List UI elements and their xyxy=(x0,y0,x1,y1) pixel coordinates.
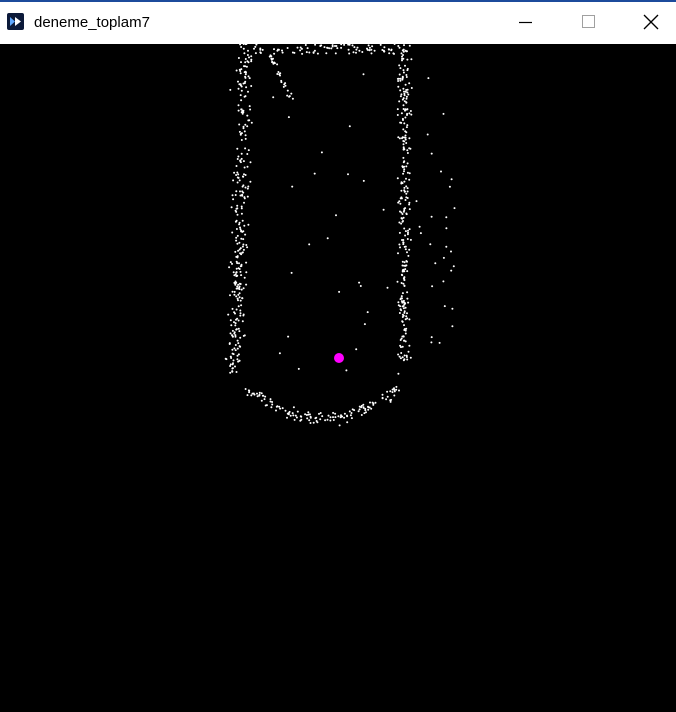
maximize-button[interactable] xyxy=(557,2,619,44)
minimize-icon xyxy=(519,21,532,24)
app-icon[interactable] xyxy=(7,13,24,30)
lidar-points xyxy=(224,44,456,427)
title-bar[interactable]: deneme_toplam7 xyxy=(0,2,676,44)
window-title: deneme_toplam7 xyxy=(34,14,150,31)
position-marker xyxy=(334,353,344,363)
close-icon xyxy=(643,14,659,30)
close-button[interactable] xyxy=(620,2,676,44)
minimize-button[interactable] xyxy=(495,2,557,44)
point-cloud-canvas[interactable] xyxy=(0,44,676,712)
app-window: deneme_toplam7 xyxy=(0,0,676,712)
maximize-icon xyxy=(582,15,595,28)
point-cloud-view xyxy=(224,44,456,427)
